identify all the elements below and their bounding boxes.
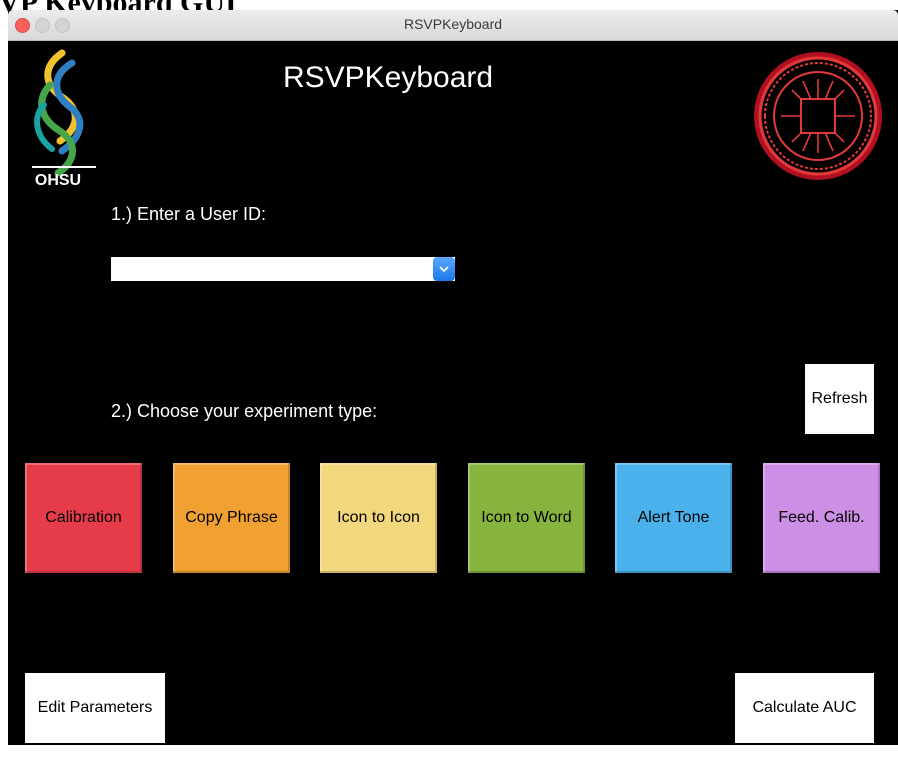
- calibration-button[interactable]: Calibration: [25, 463, 142, 573]
- app-title: RSVPKeyboard: [282, 61, 494, 94]
- chevron-down-icon: [439, 266, 449, 273]
- app-window: RSVPKeyboard RSVPKeyboard OHSU 1.) Enter…: [8, 10, 898, 745]
- window-title: RSVPKeyboard: [403, 16, 503, 32]
- icon-to-word-button[interactable]: Icon to Word: [468, 463, 585, 573]
- step1-label: 1.) Enter a User ID:: [111, 204, 267, 224]
- ohsu-logo: OHSU: [32, 49, 96, 189]
- icon-to-icon-button[interactable]: Icon to Icon: [320, 463, 437, 573]
- alert-tone-button[interactable]: Alert Tone: [615, 463, 732, 573]
- northeastern-seal: [754, 52, 882, 180]
- edit-parameters-button[interactable]: Edit Parameters: [25, 673, 165, 743]
- feed-calib-button[interactable]: Feed. Calib.: [763, 463, 880, 573]
- title-bar: RSVPKeyboard: [8, 10, 898, 41]
- refresh-button[interactable]: Refresh: [805, 364, 874, 434]
- user-id-dropdown[interactable]: [111, 257, 455, 281]
- ohsu-logo-text: OHSU: [35, 172, 81, 189]
- calculate-auc-button[interactable]: Calculate AUC: [735, 673, 874, 743]
- user-id-dropdown-toggle[interactable]: [433, 257, 455, 281]
- main-panel: RSVPKeyboard OHSU 1.) Enter a User ID: 2…: [8, 41, 898, 745]
- copy-phrase-button[interactable]: Copy Phrase: [173, 463, 290, 573]
- step2-label: 2.) Choose your experiment type:: [111, 401, 378, 421]
